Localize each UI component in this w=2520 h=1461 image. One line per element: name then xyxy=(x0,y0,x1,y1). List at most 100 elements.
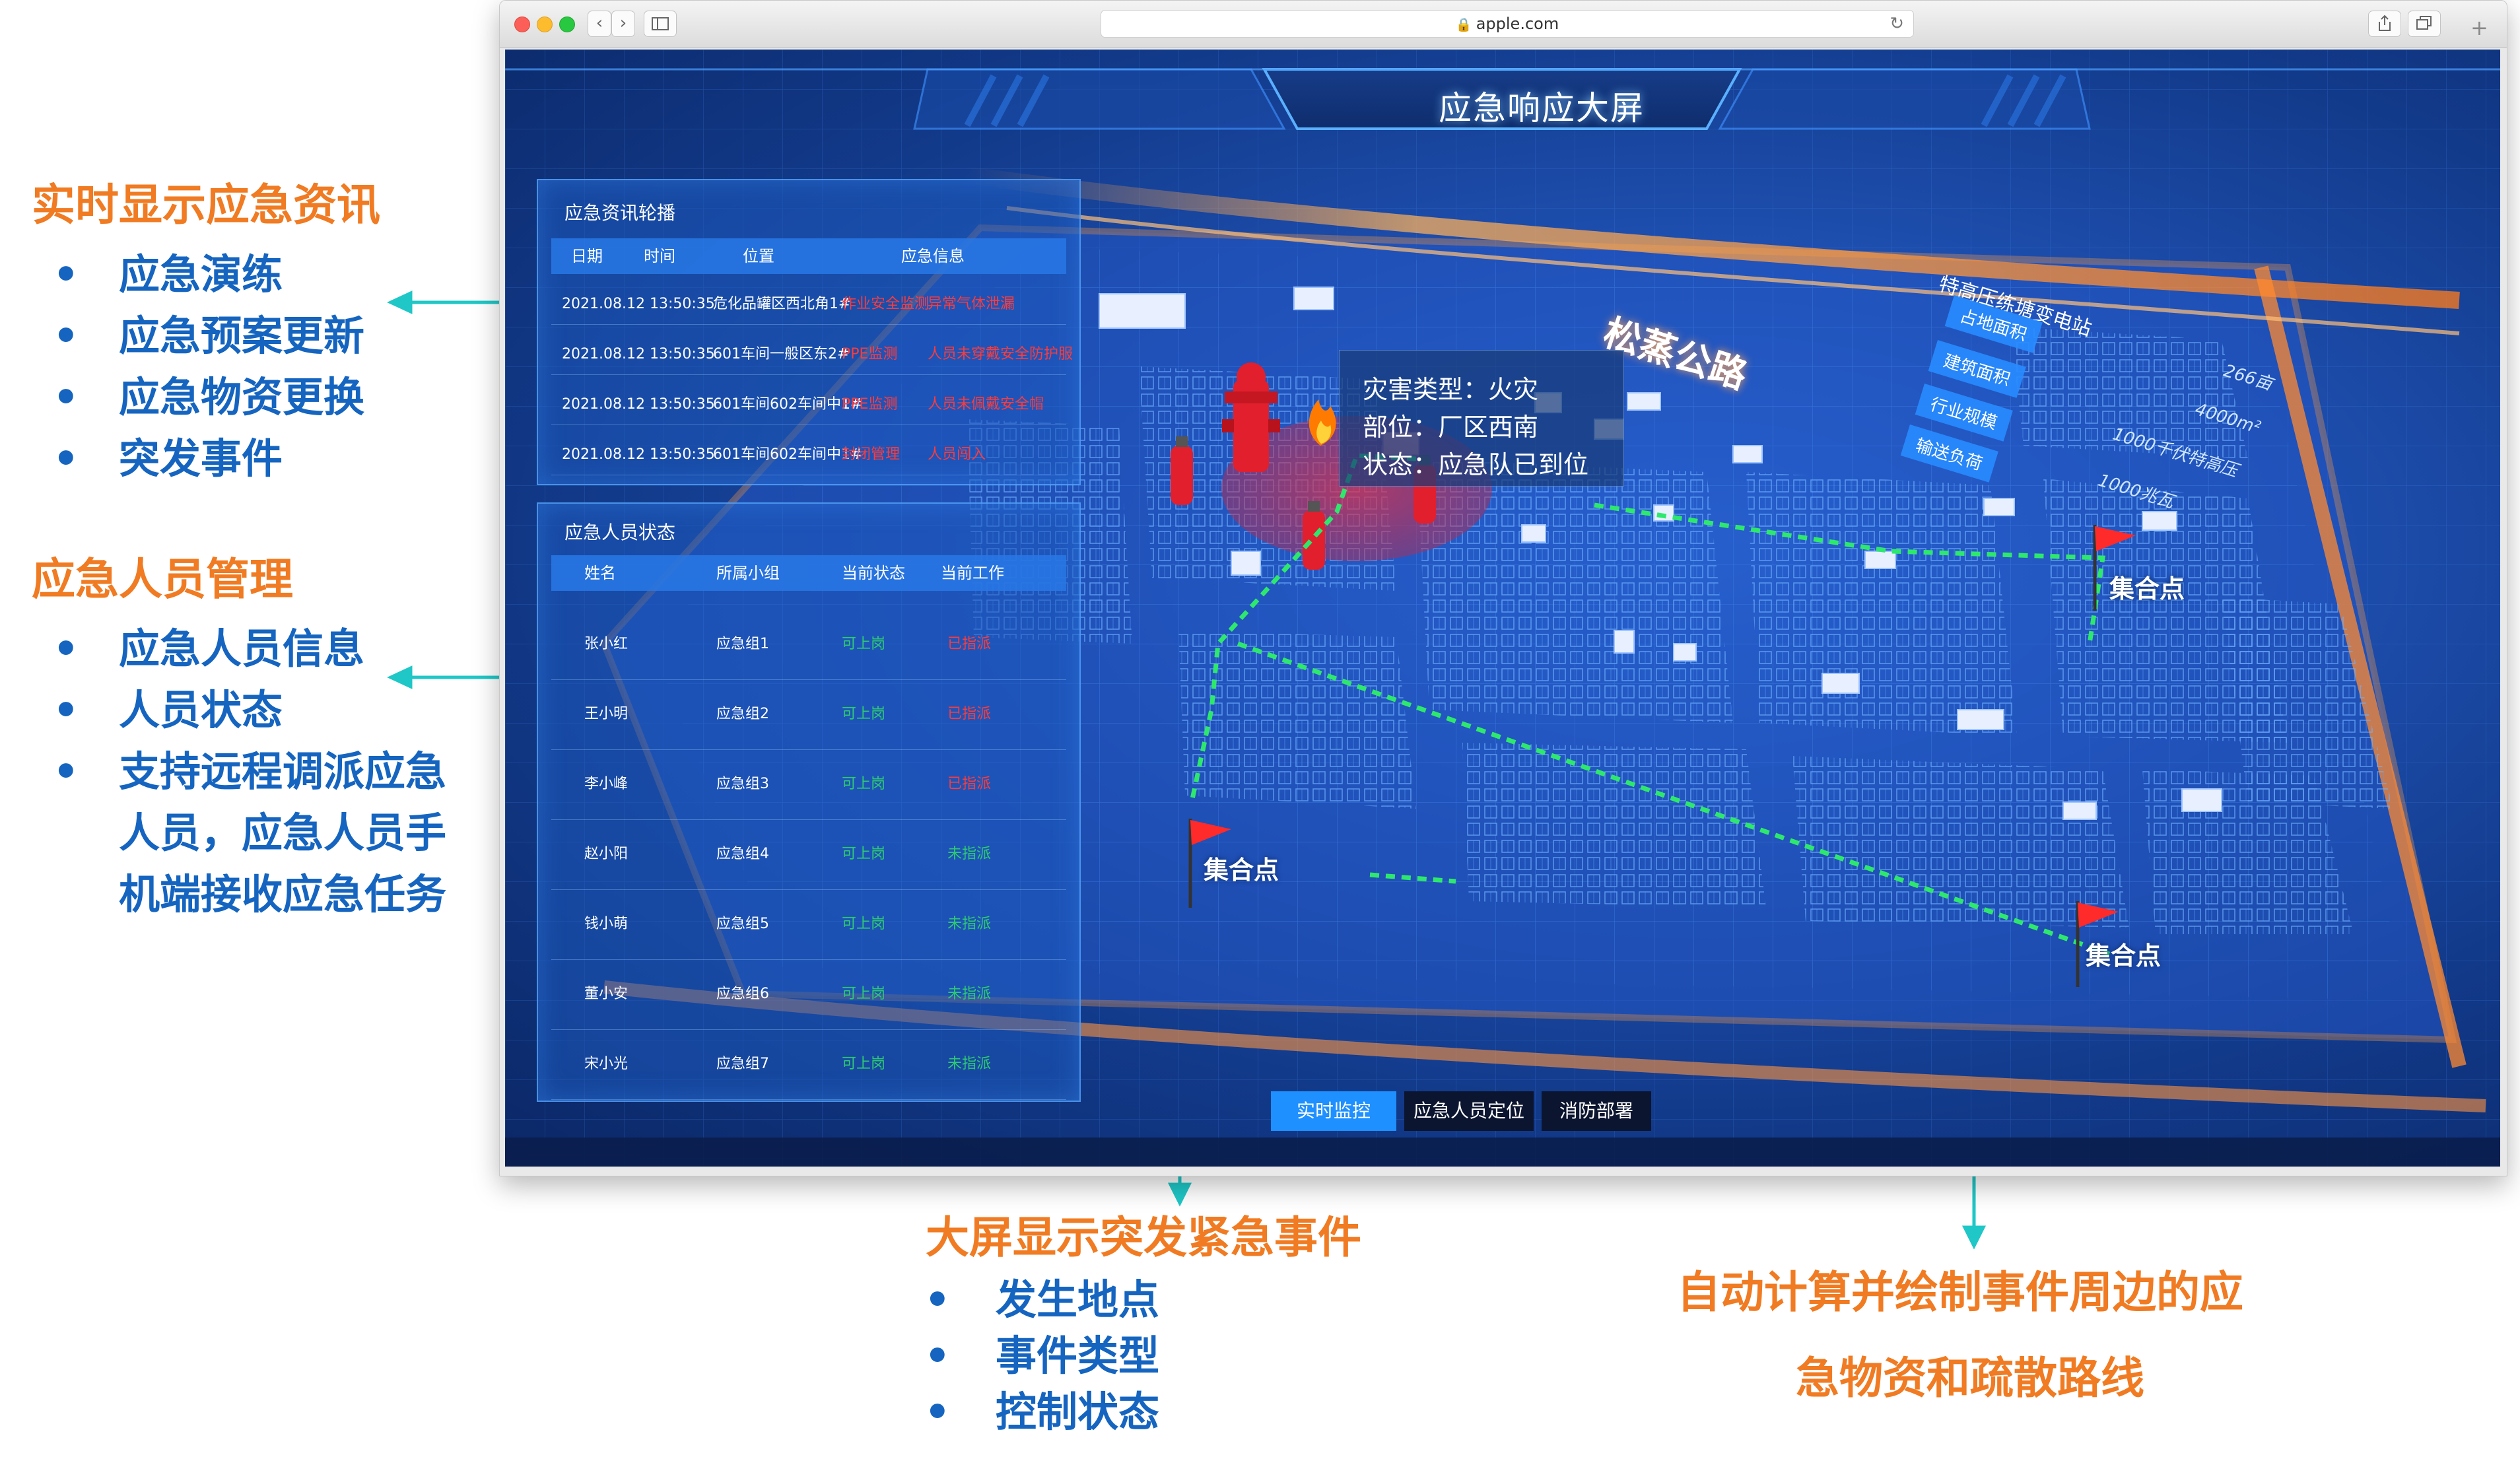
staff-status: 可上岗 xyxy=(842,706,886,722)
maximize-window-icon[interactable] xyxy=(559,17,575,32)
minimize-window-icon[interactable] xyxy=(537,17,553,32)
lock-icon: 🔒 xyxy=(1455,17,1472,32)
gathering-point-label[interactable]: 集合点 xyxy=(2109,568,2185,605)
sidebar-toggle-icon[interactable] xyxy=(644,11,677,37)
staff-status-panel: 应急人员状态 姓名 所属小组 当前状态 当前工作 张小红 应急组1 可上岗 已指派 王小… xyxy=(537,502,1081,1102)
staff-name: 李小峰 xyxy=(584,776,629,792)
news-location: 601车间602车间中1# xyxy=(713,396,863,413)
table-row[interactable]: 钱小萌 应急组5 可上岗 未指派 xyxy=(551,889,1066,960)
annotation-item: • 应急预案更新 xyxy=(53,312,365,360)
staff-status: 可上岗 xyxy=(842,1056,886,1072)
staff-group: 应急组3 xyxy=(716,776,769,792)
table-row[interactable]: 2021.08.12 13:50:35 危化品罐区西北角1# 作业安全监测 异常气体泄… xyxy=(551,285,1066,325)
incident-info-popup[interactable]: 灾害类型：火灾 部位：厂区西南 状态：应急队已到位 xyxy=(1339,350,1624,487)
table-row[interactable]: 张小红 应急组1 可上岗 已指派 xyxy=(551,609,1066,680)
staff-group: 应急组6 xyxy=(716,986,769,1002)
news-info: 人员未佩戴安全帽 xyxy=(928,396,1044,413)
tab-staff-location[interactable]: 应急人员定位 xyxy=(1404,1091,1534,1131)
staff-work: 未指派 xyxy=(947,1056,992,1072)
reload-icon[interactable]: ↻ xyxy=(1890,11,1904,37)
close-window-icon[interactable] xyxy=(514,17,530,32)
table-header: 姓名 所属小组 当前状态 当前工作 xyxy=(551,555,1066,591)
staff-status: 可上岗 xyxy=(842,986,886,1002)
news-location: 601车间602车间中1# xyxy=(713,446,863,463)
news-datetime: 2021.08.12 13:50:35 xyxy=(562,446,715,463)
annotation-item: • 应急物资更换 xyxy=(53,373,365,421)
staff-name: 宋小光 xyxy=(584,1056,629,1072)
staff-group: 应急组2 xyxy=(716,706,769,722)
staff-status: 可上岗 xyxy=(842,916,886,932)
staff-status: 可上岗 xyxy=(842,846,886,862)
table-row[interactable]: 董小安 应急组6 可上岗 未指派 xyxy=(551,959,1066,1030)
staff-group: 应急组4 xyxy=(716,846,769,862)
staff-group: 应急组7 xyxy=(716,1056,769,1072)
annotation-title-realtime-info: 实时显示应急资讯 xyxy=(32,180,380,230)
annotation-item: • 突发事件 xyxy=(53,434,283,483)
annotation-title-staff-management: 应急人员管理 xyxy=(32,554,293,605)
address-bar[interactable]: 🔒 apple.com ↻ xyxy=(1101,10,1914,38)
news-datetime: 2021.08.12 13:50:35 xyxy=(562,296,715,312)
news-datetime: 2021.08.12 13:50:35 xyxy=(562,346,715,362)
table-header: 日期 时间 位置 应急信息 xyxy=(551,238,1066,274)
incident-status: 状态：应急队已到位 xyxy=(1363,450,1589,479)
page-title: 应急响应大屏 xyxy=(1439,89,1645,127)
annotation-item: • 应急演练 xyxy=(53,250,283,298)
staff-work: 未指派 xyxy=(947,986,992,1002)
table-row[interactable]: 王小明 应急组2 可上岗 已指派 xyxy=(551,679,1066,750)
staff-status: 可上岗 xyxy=(842,776,886,792)
new-tab-icon[interactable]: + xyxy=(2470,15,2488,40)
staff-work: 已指派 xyxy=(947,636,992,652)
share-icon[interactable] xyxy=(2368,11,2401,37)
annotation-item: • 支持远程调派应急 xyxy=(53,747,447,796)
staff-name: 张小红 xyxy=(584,636,629,652)
staff-group: 应急组5 xyxy=(716,916,769,932)
staff-status: 可上岗 xyxy=(842,636,886,652)
staff-name: 王小明 xyxy=(584,706,629,722)
dashboard-canvas: 应急响应大屏 松蒸公路 特高压练塘变电站 占地面积 建筑面积 行业规模 输送负荷… xyxy=(505,50,2500,1167)
news-type: PPE监测 xyxy=(842,346,898,362)
staff-group: 应急组1 xyxy=(716,636,769,652)
news-info: 异常气体泄漏 xyxy=(928,296,1015,312)
table-row[interactable]: 2021.08.12 13:50:35 601车间一般区东2# PPE监测 人员未穿戴… xyxy=(551,335,1073,375)
staff-work: 已指派 xyxy=(947,706,992,722)
news-datetime: 2021.08.12 13:50:35 xyxy=(562,396,715,413)
table-row[interactable]: 赵小阳 应急组4 可上岗 未指派 xyxy=(551,819,1066,890)
annotation-item-continuation: 人员，应急人员手 xyxy=(119,809,447,857)
annotation-item-continuation: 机端接收应急任务 xyxy=(119,870,447,918)
news-type: 作业安全监测 xyxy=(842,296,930,312)
column-header: 应急信息 xyxy=(901,247,965,265)
annotation-item: • 事件类型 xyxy=(924,1332,1160,1380)
annotation-item: • 人员状态 xyxy=(53,686,283,734)
emergency-news-panel: 应急资讯轮播 日期 时间 位置 应急信息 2021.08.12 13:50:35… xyxy=(537,179,1081,485)
tab-realtime-monitor[interactable]: 实时监控 xyxy=(1271,1091,1396,1131)
news-type: PPE监测 xyxy=(842,396,898,413)
staff-work: 已指派 xyxy=(947,776,992,792)
column-header: 位置 xyxy=(743,247,774,265)
staff-work: 未指派 xyxy=(947,916,992,932)
url-text: apple.com xyxy=(1476,15,1559,33)
browser-window: ‹ › 🔒 apple.com ↻ + 应急响应大屏 松蒸公路 特高压练塘变电站… xyxy=(499,0,2507,1176)
staff-name: 董小安 xyxy=(584,986,629,1002)
gathering-point-label[interactable]: 集合点 xyxy=(1204,850,1279,886)
forward-button[interactable]: › xyxy=(611,11,635,37)
table-row[interactable]: 2021.08.12 13:50:35 601车间602车间中1# 封闭管理 人员闯入 xyxy=(551,435,1066,475)
annotation-item: • 发生地点 xyxy=(924,1275,1160,1324)
gathering-point-label[interactable]: 集合点 xyxy=(2086,935,2161,972)
annotation-title-incident-display: 大屏显示突发紧急事件 xyxy=(926,1212,1361,1263)
table-row[interactable]: 宋小光 应急组7 可上岗 未指派 xyxy=(551,1029,1066,1100)
annotation-item: • 应急人员信息 xyxy=(53,625,365,673)
news-info: 人员未穿戴安全防护服 xyxy=(928,346,1073,362)
back-button[interactable]: ‹ xyxy=(588,11,611,37)
browser-toolbar: ‹ › 🔒 apple.com ↻ + xyxy=(500,1,2507,48)
news-type: 封闭管理 xyxy=(842,446,901,463)
tabs-overview-icon[interactable] xyxy=(2408,11,2441,37)
table-row[interactable]: 2021.08.12 13:50:35 601车间602车间中1# PPE监测 人员未… xyxy=(551,385,1066,425)
annotation-item: • 控制状态 xyxy=(924,1388,1160,1436)
panel-title: 应急人员状态 xyxy=(564,522,676,543)
annotation-auto-route-line1: 自动计算并绘制事件周边的应 xyxy=(1677,1267,2243,1318)
column-header: 日期 xyxy=(571,247,603,265)
news-info: 人员闯入 xyxy=(928,446,986,463)
incident-type: 灾害类型：火灾 xyxy=(1363,375,1539,404)
table-row[interactable]: 李小峰 应急组3 可上岗 已指派 xyxy=(551,749,1066,820)
tab-fire-deployment[interactable]: 消防部署 xyxy=(1542,1091,1651,1131)
